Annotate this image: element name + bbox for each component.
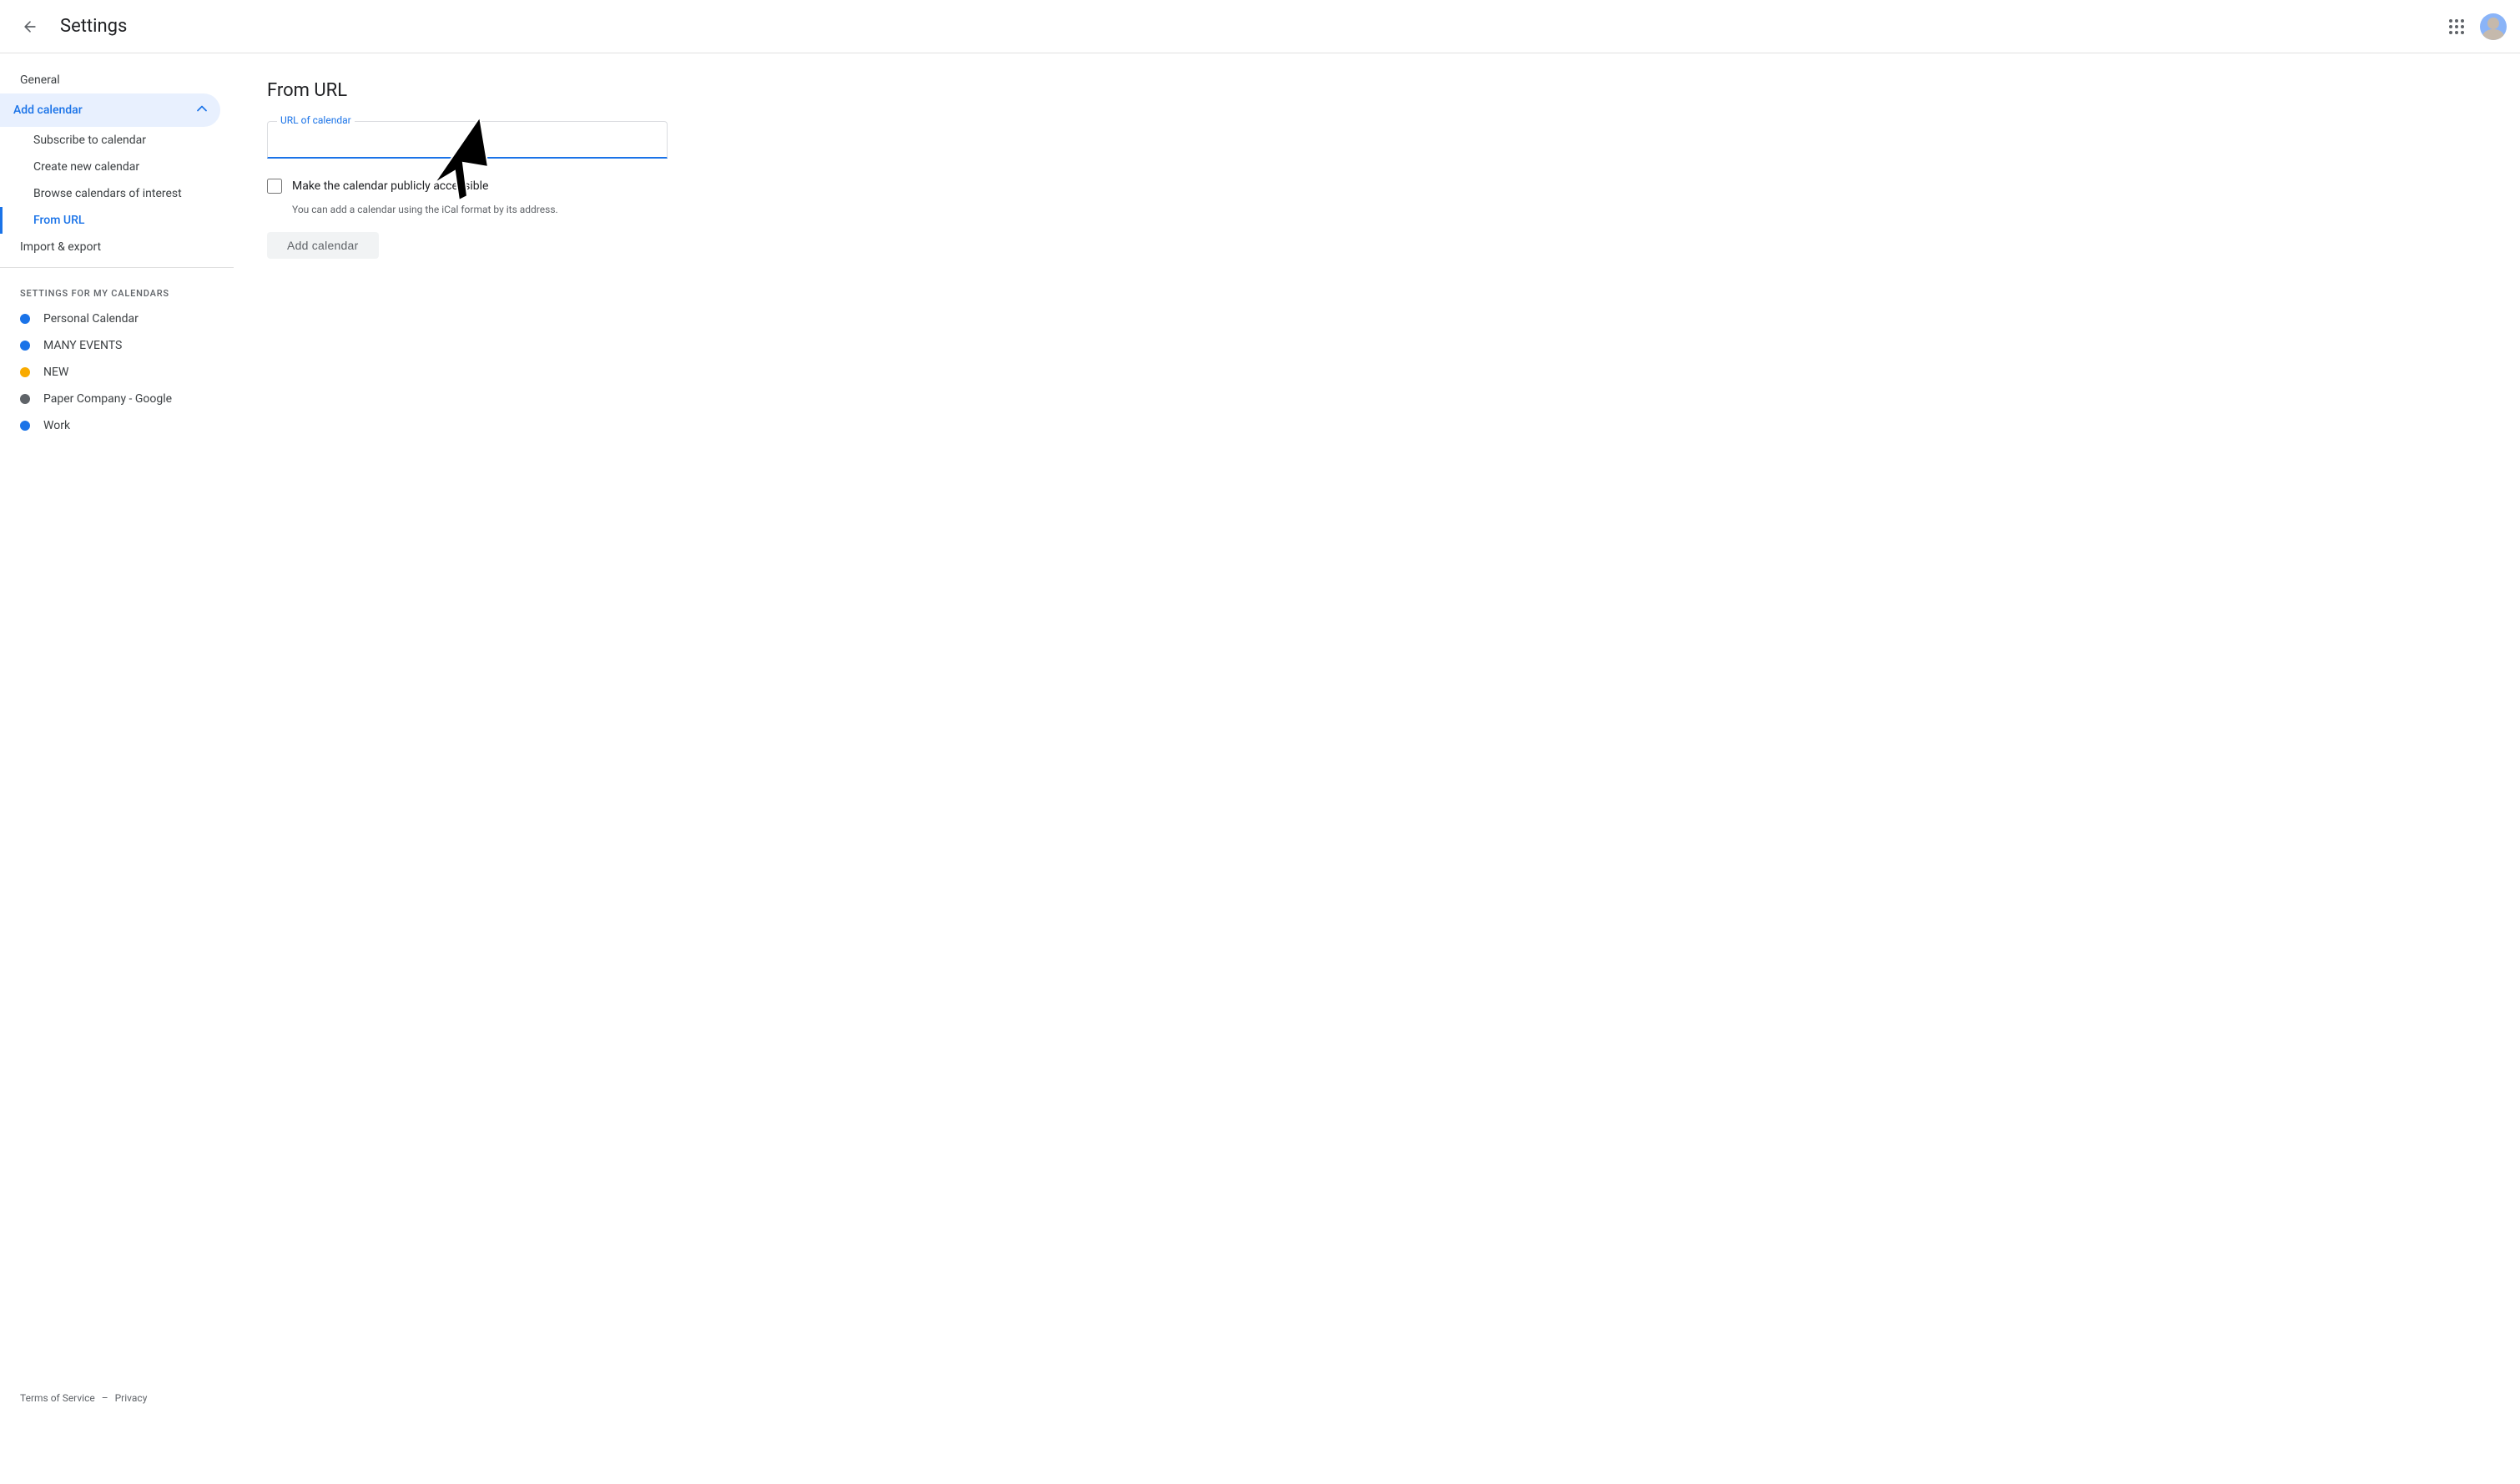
- grid-icon: [2449, 19, 2464, 34]
- url-input[interactable]: [267, 121, 668, 159]
- calendar-dot-many-events: [20, 341, 30, 351]
- calendar-item-many-events[interactable]: MANY EVENTS: [0, 332, 220, 359]
- sidebar: General Add calendar Subscribe to calend…: [0, 53, 234, 1431]
- calendar-item-work[interactable]: Work: [0, 412, 220, 439]
- calendar-dot-personal: [20, 314, 30, 324]
- public-calendar-label[interactable]: Make the calendar publicly accessible: [292, 179, 488, 193]
- page-title: Settings: [60, 16, 127, 37]
- sidebar-item-add-calendar[interactable]: Add calendar: [0, 93, 220, 127]
- apps-button[interactable]: [2440, 10, 2473, 43]
- sidebar-footer: Terms of Service – Privacy: [0, 1379, 234, 1417]
- calendar-dot-work: [20, 421, 30, 431]
- checkbox-row: Make the calendar publicly accessible: [267, 179, 2487, 194]
- back-button[interactable]: [13, 10, 47, 43]
- chevron-up-icon: [194, 100, 210, 120]
- header-right: [2440, 10, 2507, 43]
- helper-text: You can add a calendar using the iCal fo…: [292, 204, 2487, 215]
- main-layout: General Add calendar Subscribe to calend…: [0, 53, 2520, 1431]
- sidebar-sub-item-browse[interactable]: Browse calendars of interest: [0, 180, 220, 207]
- sidebar-item-general[interactable]: General: [0, 67, 220, 93]
- sidebar-sub-item-from-url[interactable]: From URL: [0, 207, 220, 234]
- calendar-dot-new: [20, 367, 30, 377]
- main-content: From URL URL of calendar Make the calend…: [234, 53, 2520, 1431]
- calendar-item-personal[interactable]: Personal Calendar: [0, 305, 220, 332]
- from-url-title: From URL: [267, 80, 2487, 101]
- sidebar-sub-item-create[interactable]: Create new calendar: [0, 154, 220, 180]
- app-header: Settings: [0, 0, 2520, 53]
- sidebar-sub-item-subscribe[interactable]: Subscribe to calendar: [0, 127, 220, 154]
- calendar-dot-paper-company: [20, 394, 30, 404]
- url-input-container: URL of calendar: [267, 121, 668, 159]
- sidebar-section-title: Settings for my calendars: [0, 275, 234, 305]
- sidebar-divider: [0, 267, 234, 268]
- header-left: Settings: [13, 10, 127, 43]
- add-calendar-button[interactable]: Add calendar: [267, 232, 379, 259]
- sidebar-item-import-export[interactable]: Import & export: [0, 234, 220, 260]
- public-calendar-checkbox[interactable]: [267, 179, 282, 194]
- calendar-item-new[interactable]: NEW: [0, 359, 220, 386]
- calendar-item-paper-company[interactable]: Paper Company - Google: [0, 386, 220, 412]
- privacy-link[interactable]: Privacy: [115, 1392, 148, 1404]
- user-avatar[interactable]: [2480, 13, 2507, 40]
- terms-link[interactable]: Terms of Service: [20, 1392, 95, 1404]
